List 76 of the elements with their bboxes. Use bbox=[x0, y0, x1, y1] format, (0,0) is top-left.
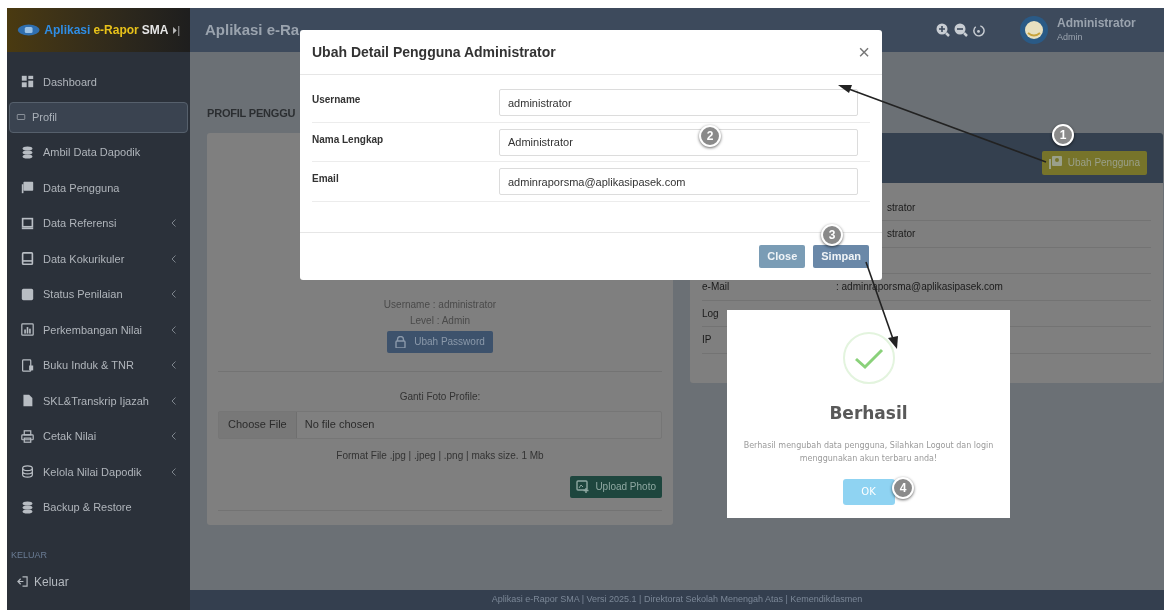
field-value: strator bbox=[887, 200, 916, 215]
image-add-icon bbox=[576, 480, 590, 493]
sidebar-item[interactable]: Data Pengguna bbox=[9, 170, 188, 206]
chevron-icon bbox=[171, 290, 176, 299]
sidebar-item[interactable]: SKL&Transkrip Ijazah bbox=[9, 383, 188, 419]
avatar-icon[interactable] bbox=[1019, 15, 1049, 45]
field-label: e-Mail bbox=[702, 280, 731, 295]
lock-icon bbox=[395, 335, 407, 348]
field-label: Username bbox=[312, 93, 362, 107]
sidebar-toggle[interactable]: ⏵| bbox=[172, 22, 180, 38]
photo-label: Ganti Foto Profile: bbox=[399, 389, 481, 404]
menu-icon bbox=[21, 358, 34, 372]
sidebar-item[interactable]: Profil bbox=[9, 101, 188, 133]
sidebar-item[interactable]: Kelola Nilai Dapodik bbox=[9, 454, 188, 490]
chevron-icon bbox=[171, 467, 176, 476]
logout-link[interactable]: Keluar bbox=[17, 572, 190, 591]
sidebar-item[interactable]: Perkembangan Nilai bbox=[9, 312, 188, 348]
field-label: Nama Lengkap bbox=[312, 132, 385, 147]
menu-icon bbox=[21, 287, 34, 301]
chevron-icon bbox=[171, 396, 176, 405]
chevron-icon bbox=[171, 325, 176, 334]
menu-icon bbox=[21, 500, 34, 514]
sidebar-item[interactable]: Data Kokurikuler bbox=[9, 241, 188, 277]
upload-photo-button[interactable]: Upload Photo bbox=[570, 475, 662, 498]
save-button[interactable]: Simpan bbox=[813, 245, 869, 268]
text-input[interactable]: administrator bbox=[499, 89, 858, 116]
menu-icon bbox=[21, 323, 34, 337]
user-name: Administrator bbox=[1057, 16, 1137, 30]
alert-message: Berhasil mengubah data pengguna, Silahkan Logout dan login menggunakan akun terbaru anda! bbox=[742, 439, 995, 465]
chevron-icon bbox=[171, 219, 176, 228]
page-title: PROFIL PENGGU bbox=[207, 106, 296, 121]
logo-text: e-Rapor bbox=[93, 22, 139, 39]
chevron-icon bbox=[171, 361, 176, 370]
menu-icon bbox=[21, 181, 34, 195]
logo-text: SMA bbox=[141, 22, 169, 39]
text-input[interactable]: adminraporsma@aplikasipasek.com bbox=[499, 168, 858, 195]
zoom-in-icon[interactable] bbox=[936, 23, 950, 37]
choose-file-button[interactable]: Choose File bbox=[219, 411, 297, 438]
reset-icon[interactable] bbox=[972, 23, 985, 37]
field-label: Log bbox=[702, 306, 720, 321]
logo-icon bbox=[17, 22, 41, 38]
menu-icon bbox=[21, 145, 34, 159]
menu-icon bbox=[21, 252, 34, 266]
menu-icon bbox=[21, 216, 34, 230]
alert-title: Berhasil bbox=[829, 402, 908, 425]
chevron-icon bbox=[171, 254, 176, 263]
menu-icon bbox=[21, 465, 34, 479]
menu-icon bbox=[16, 112, 26, 122]
sidebar-item[interactable]: Status Penilaian bbox=[9, 276, 188, 312]
sidebar-item[interactable]: Backup & Restore bbox=[9, 489, 188, 525]
chevron-icon bbox=[171, 432, 176, 441]
dialog-title: Ubah Detail Pengguna Administrator bbox=[312, 42, 556, 62]
sidebar-item[interactable]: Data Referensi bbox=[9, 205, 188, 241]
sidebar-item[interactable]: Ambil Data Dapodik bbox=[9, 134, 188, 170]
close-button[interactable]: × bbox=[858, 42, 870, 62]
app-title: Aplikasi e-Ra bbox=[205, 19, 300, 40]
file-status: No file chosen bbox=[304, 417, 375, 433]
zoom-out-icon[interactable] bbox=[954, 23, 968, 37]
menu-icon bbox=[21, 394, 34, 408]
success-check-icon bbox=[842, 332, 895, 384]
logout-icon bbox=[17, 576, 28, 587]
logo-text: Aplikasi bbox=[44, 22, 91, 39]
user-role: Admin bbox=[1057, 31, 1084, 44]
sidebar-item[interactable]: Dashboard bbox=[9, 64, 188, 100]
sidebar-item[interactable]: Cetak Nilai bbox=[9, 418, 188, 454]
field-label: Email bbox=[312, 172, 340, 186]
user-card-icon bbox=[1048, 156, 1062, 169]
footer-text: Aplikasi e-Rapor SMA | Versi 2025.1 | Direktorat Sekolah Menengah Atas | Kemendikdasmen bbox=[491, 593, 863, 607]
field-value: strator bbox=[887, 227, 916, 242]
section-label: KELUAR bbox=[11, 549, 48, 562]
field-label: IP bbox=[702, 333, 713, 348]
format-hint: Format File .jpg | .jpeg | .png | maks size. 1 Mb bbox=[336, 448, 544, 463]
sidebar-item[interactable]: Buku Induk & TNR bbox=[9, 347, 188, 383]
menu-icon bbox=[21, 75, 34, 89]
file-input[interactable]: Choose File No file chosen bbox=[218, 410, 662, 439]
menu-icon bbox=[21, 429, 34, 443]
